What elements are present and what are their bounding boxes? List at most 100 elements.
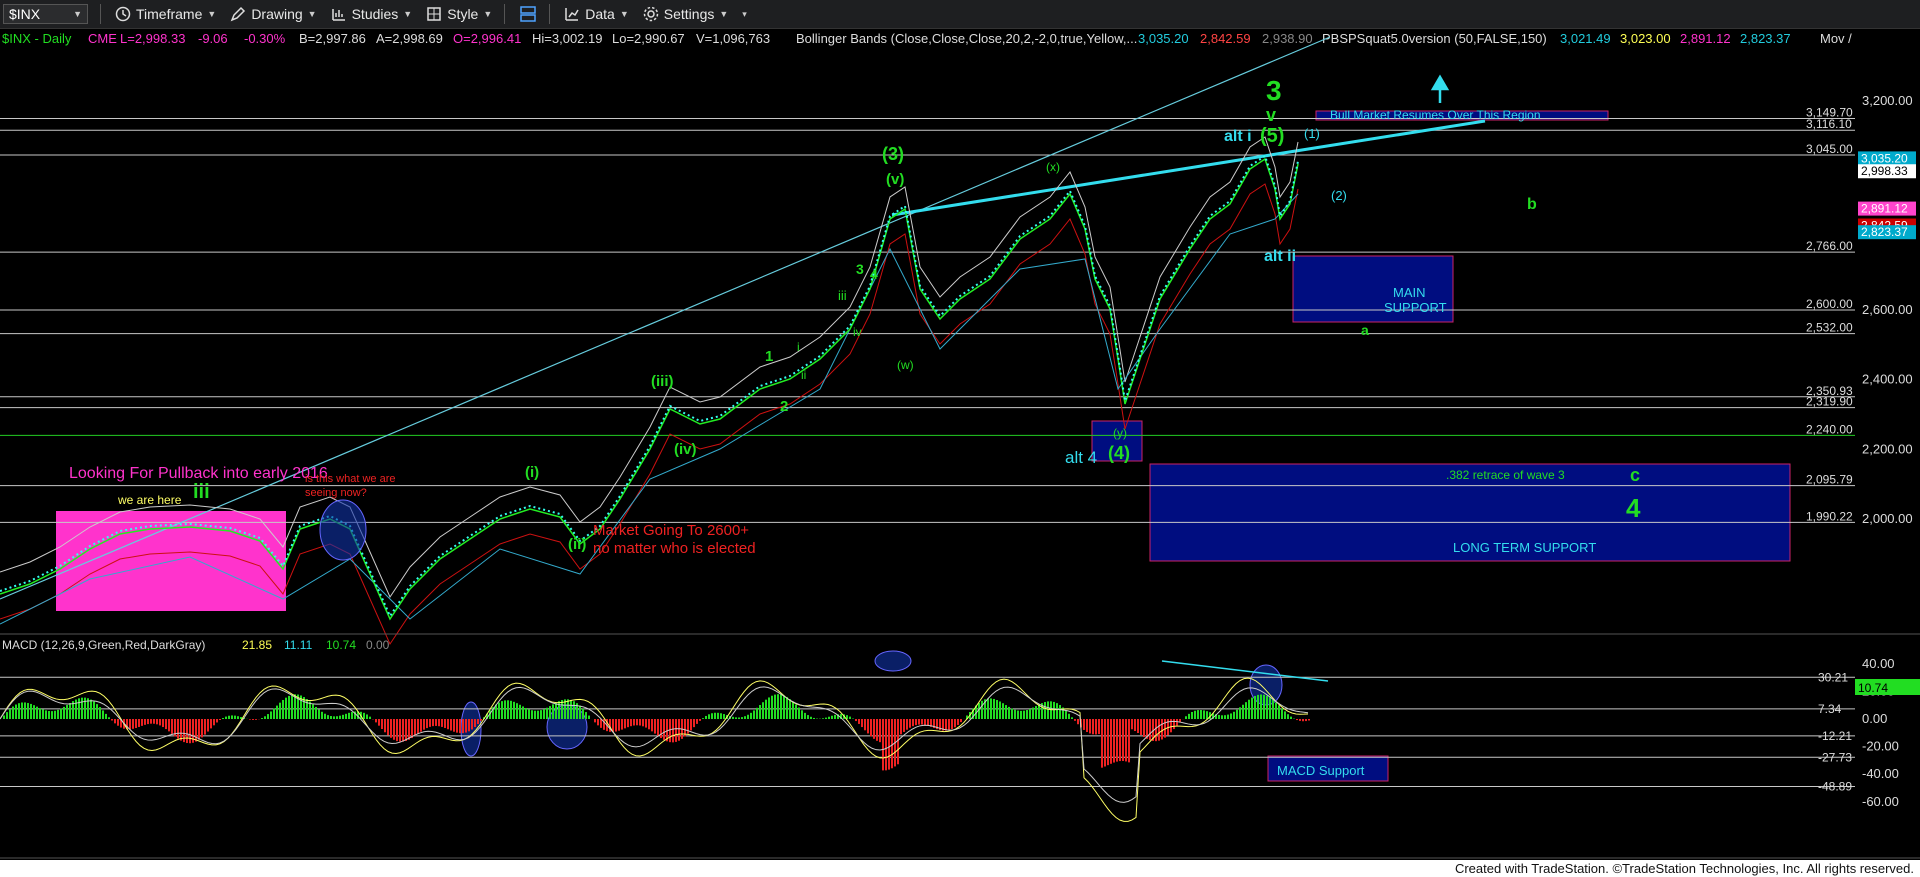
macd-bar bbox=[1185, 716, 1187, 719]
label-alt-4: alt 4 bbox=[1065, 448, 1097, 467]
macd-bar bbox=[516, 703, 518, 719]
macd-bar bbox=[1227, 714, 1229, 719]
macd-bar bbox=[585, 712, 587, 719]
macd-bar bbox=[39, 708, 41, 719]
macd-bar bbox=[282, 699, 284, 719]
label-no-matter: no matter who is elected bbox=[593, 540, 756, 557]
label-wave-i: (i) bbox=[525, 464, 539, 481]
macd-bar bbox=[369, 716, 371, 719]
toolbar-overflow-button[interactable]: ▾ bbox=[742, 9, 747, 20]
price-chart[interactable]: $INX - Daily CME L=2,998.33 -9.06 -0.30%… bbox=[0, 29, 1920, 877]
macd-bar bbox=[378, 719, 380, 726]
macd-bar bbox=[438, 719, 440, 727]
macd-bar bbox=[834, 714, 836, 719]
data-button[interactable]: Data ▼ bbox=[564, 6, 629, 22]
macd-bar bbox=[1056, 703, 1058, 719]
header-pbs-label: PBSPSquat5.0version (50,FALSE,150) bbox=[1322, 31, 1547, 46]
header-bb-label: Bollinger Bands (Close,Close,Close,20,2,… bbox=[796, 31, 1137, 46]
symbol-input[interactable]: $INX ▼ bbox=[3, 4, 88, 24]
layout-button[interactable] bbox=[519, 5, 537, 23]
macd-bar bbox=[582, 708, 584, 719]
macd-bar bbox=[1269, 697, 1271, 719]
label-seeing-now: seeing now? bbox=[305, 487, 367, 499]
style-button[interactable]: Style ▼ bbox=[426, 6, 492, 22]
macd-bar bbox=[1125, 719, 1127, 762]
chevron-down-icon: ▼ bbox=[719, 9, 729, 19]
data-label: Data bbox=[585, 6, 615, 22]
macd-axis-label: -40.00 bbox=[1862, 766, 1899, 781]
label-wave-1: (1) bbox=[1304, 126, 1320, 141]
macd-bar bbox=[129, 719, 131, 730]
macd-level-label: -12.21 bbox=[1818, 729, 1852, 743]
macd-v2: 11.11 bbox=[284, 638, 313, 652]
macd-bar bbox=[597, 719, 599, 726]
macd-bar bbox=[1053, 701, 1055, 719]
style-icon bbox=[427, 7, 441, 21]
label-iii-big: iii bbox=[193, 481, 210, 503]
macd-bar bbox=[849, 716, 851, 719]
macd-bar bbox=[762, 702, 764, 719]
chevron-down-icon[interactable]: ▼ bbox=[73, 9, 82, 19]
macd-bar bbox=[504, 700, 506, 719]
timeframe-button[interactable]: Timeframe ▼ bbox=[115, 6, 216, 22]
macd-bar bbox=[315, 706, 317, 719]
macd-bar bbox=[270, 711, 272, 719]
macd-bar bbox=[600, 719, 602, 728]
macd-bar bbox=[558, 701, 560, 719]
label-b: b bbox=[1527, 196, 1537, 213]
macd-bar bbox=[633, 719, 635, 726]
header-pbs-v3: 2,891.12 bbox=[1680, 31, 1731, 46]
macd-bar bbox=[228, 715, 230, 719]
drawing-button[interactable]: Drawing ▼ bbox=[230, 6, 317, 22]
macd-bar bbox=[879, 719, 881, 743]
macd-bar bbox=[867, 719, 869, 734]
macd-bar bbox=[885, 719, 887, 771]
macd-bar bbox=[441, 719, 443, 727]
macd-bar bbox=[621, 719, 623, 730]
label-wave-3p: (3) bbox=[882, 144, 904, 164]
macd-bar bbox=[1029, 708, 1031, 719]
macd-bar bbox=[1089, 719, 1091, 734]
label-alt-i: alt i bbox=[1224, 128, 1252, 145]
label-wave-5: (5) bbox=[1260, 125, 1284, 147]
settings-button[interactable]: Settings ▼ bbox=[643, 6, 729, 22]
macd-bar bbox=[1236, 709, 1238, 719]
macd-bar bbox=[705, 715, 707, 719]
macd-bar bbox=[399, 719, 401, 742]
macd-bar bbox=[693, 719, 695, 728]
macd-bar bbox=[348, 712, 350, 719]
macd-bar bbox=[528, 709, 530, 719]
macd-v3: 10.74 bbox=[326, 638, 356, 652]
macd-bar bbox=[1245, 702, 1247, 719]
macd-bar bbox=[117, 719, 119, 726]
macd-bar bbox=[291, 694, 293, 719]
macd-axis-label: -20.00 bbox=[1862, 739, 1899, 754]
macd-bar bbox=[255, 719, 257, 720]
macd-bar bbox=[1098, 719, 1100, 735]
macd-bar bbox=[42, 709, 44, 719]
macd-bar bbox=[318, 709, 320, 719]
macd-bar bbox=[324, 713, 326, 719]
label-wave-w: (w) bbox=[897, 358, 914, 372]
macd-bar bbox=[54, 710, 56, 719]
studies-button[interactable]: Studies ▼ bbox=[331, 6, 412, 22]
macd-bar bbox=[171, 719, 173, 734]
toolbar-divider bbox=[100, 4, 101, 24]
macd-bar bbox=[216, 719, 218, 723]
macd-bar bbox=[1071, 717, 1073, 719]
macd-bar bbox=[141, 719, 143, 726]
macd-bar bbox=[330, 716, 332, 719]
macd-bar bbox=[48, 710, 50, 719]
macd-bar bbox=[573, 701, 575, 719]
macd-bar bbox=[51, 711, 53, 719]
level-label: 1,990.22 bbox=[1806, 509, 1853, 523]
macd-bar bbox=[180, 719, 182, 741]
macd-bar bbox=[1239, 707, 1241, 719]
price-axis-label: 2,400.00 bbox=[1862, 372, 1913, 387]
macd-bar bbox=[891, 719, 893, 769]
macd-axis-label: -60.00 bbox=[1862, 794, 1899, 809]
level-label: 2,600.00 bbox=[1806, 297, 1853, 311]
macd-bar bbox=[339, 715, 341, 719]
chevron-down-icon: ▼ bbox=[207, 9, 217, 19]
macd-bar bbox=[381, 719, 383, 730]
